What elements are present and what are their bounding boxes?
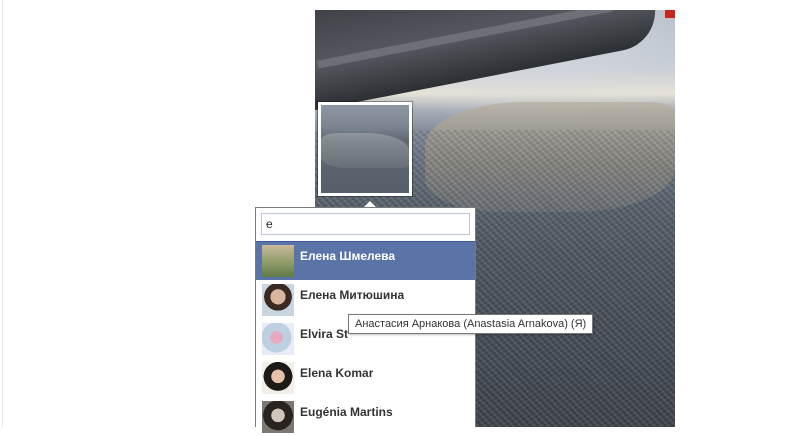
avatar	[262, 323, 294, 355]
avatar	[262, 245, 294, 277]
photo-airplane-wing	[315, 10, 663, 116]
list-item[interactable]: Eugénia Martins	[256, 397, 475, 436]
list-item[interactable]: Елена Шмелева	[256, 241, 475, 280]
photo-wing-red-tip	[665, 10, 675, 18]
avatar	[262, 362, 294, 394]
result-name: Елена Митюшина	[300, 288, 405, 302]
tag-search-input[interactable]	[261, 213, 470, 235]
tag-selection-box[interactable]	[318, 102, 412, 196]
tag-results-list: Елена Шмелева Елена Митюшина Elvira St E…	[256, 241, 475, 436]
result-name: Eugénia Martins	[300, 405, 393, 419]
result-name: Елена Шмелева	[300, 249, 396, 263]
result-name: Elvira St	[300, 327, 349, 341]
list-item[interactable]: Elena Komar	[256, 358, 475, 397]
page-divider	[2, 0, 3, 427]
avatar	[262, 284, 294, 316]
name-tooltip: Анастасия Арнакова (Anastasia Arnakova) …	[348, 314, 594, 334]
avatar	[262, 401, 294, 433]
result-name: Elena Komar	[300, 366, 374, 380]
